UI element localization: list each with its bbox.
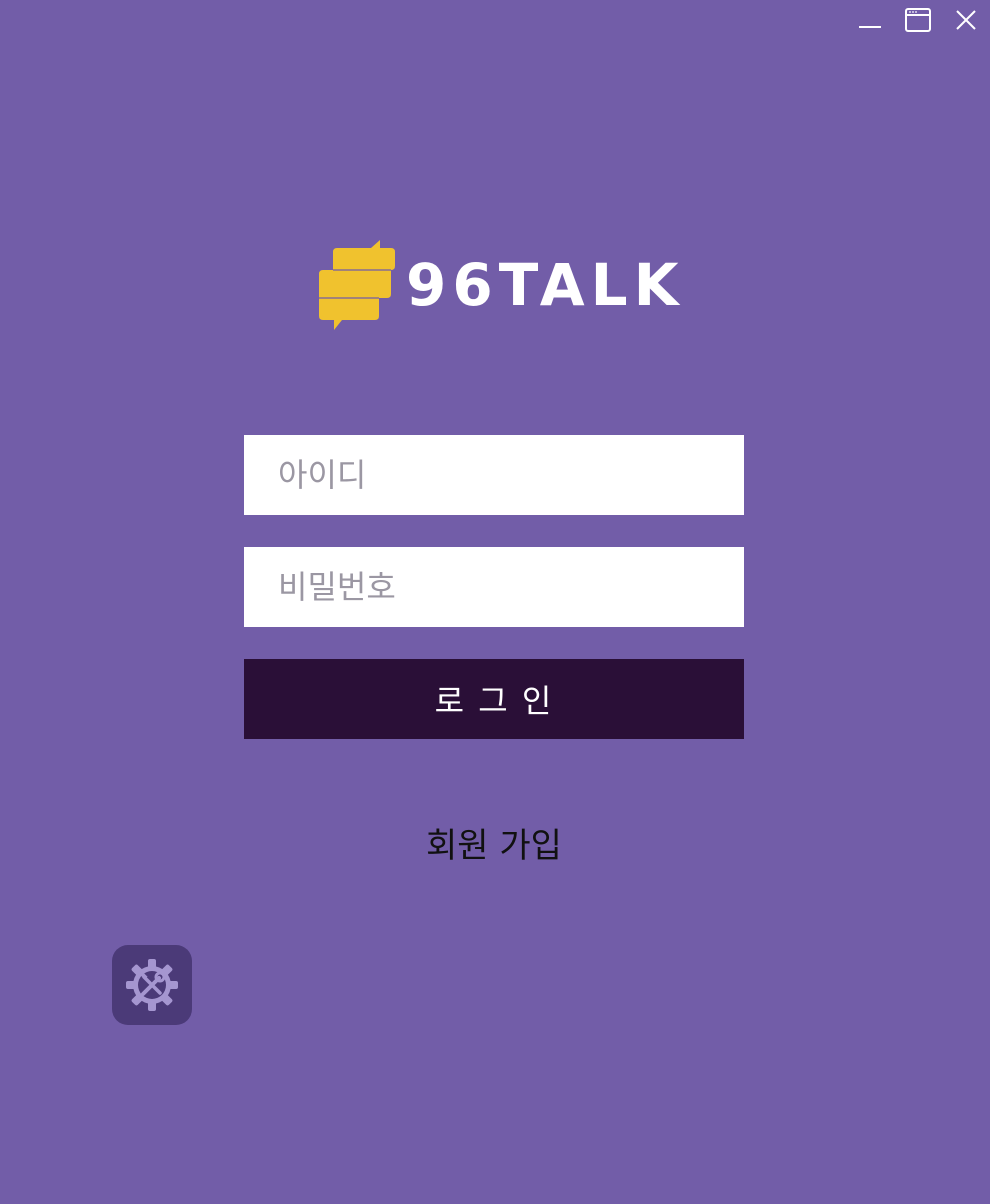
minimize-icon (859, 26, 881, 28)
login-button[interactable]: 로 그 인 (244, 659, 744, 739)
password-input[interactable] (244, 547, 744, 627)
window-controls (846, 0, 990, 40)
close-button[interactable] (942, 0, 990, 40)
settings-button[interactable] (112, 945, 192, 1025)
signup-link[interactable]: 회원 가입 (244, 818, 744, 867)
gear-tools-icon (126, 959, 178, 1011)
maximize-icon (905, 8, 931, 32)
maximize-button[interactable] (894, 0, 942, 40)
minimize-button[interactable] (846, 0, 894, 40)
id-input[interactable] (244, 435, 744, 515)
close-icon (956, 10, 976, 30)
logo-text: 96TALK (406, 251, 685, 319)
app-logo: 96TALK (318, 238, 685, 332)
chat-bubble-logo-icon (319, 240, 395, 330)
